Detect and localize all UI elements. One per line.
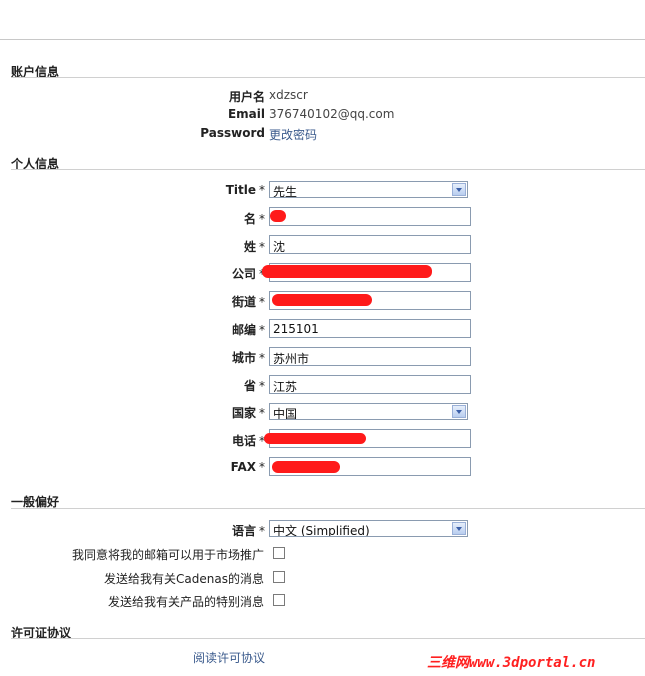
redaction-mark bbox=[262, 265, 432, 278]
email-value: 376740102@qq.com bbox=[269, 107, 395, 121]
chevron-down-icon[interactable] bbox=[452, 405, 466, 418]
read-license-link[interactable]: 阅读许可协议 bbox=[193, 649, 265, 666]
section-rule bbox=[11, 77, 645, 78]
email-label: Email bbox=[227, 107, 265, 121]
section-rule bbox=[11, 508, 645, 509]
zip-label: 邮编 * bbox=[231, 323, 265, 337]
marketing-checkbox[interactable] bbox=[273, 547, 285, 559]
section-rule bbox=[11, 169, 645, 170]
company-label: 公司* bbox=[231, 267, 265, 281]
language-select[interactable]: 中文 (Simplified) bbox=[269, 520, 468, 537]
title-select[interactable]: 先生 bbox=[269, 181, 468, 198]
username-value: xdzscr bbox=[269, 88, 308, 102]
redaction-mark bbox=[272, 461, 340, 473]
username-label: 用户名 bbox=[228, 90, 265, 104]
fax-label: FAX * bbox=[230, 460, 265, 474]
special-offers-checkbox[interactable] bbox=[273, 594, 285, 606]
chevron-down-icon[interactable] bbox=[452, 522, 466, 535]
redaction-mark bbox=[272, 294, 372, 306]
country-select[interactable]: 中国 bbox=[269, 403, 468, 420]
title-label: Title * bbox=[225, 183, 265, 197]
lastname-input[interactable]: 沈 bbox=[269, 235, 471, 254]
country-label: 国家 * bbox=[231, 406, 265, 420]
firstname-label: 名 * bbox=[243, 212, 265, 226]
city-label: 城市 * bbox=[231, 351, 265, 365]
top-divider bbox=[0, 39, 645, 40]
redaction-mark bbox=[270, 210, 286, 222]
phone-label: 电话 * bbox=[231, 434, 265, 448]
city-input[interactable]: 苏州市 bbox=[269, 347, 471, 366]
title-select-value: 先生 bbox=[273, 185, 298, 198]
special-offers-checkbox-label: 发送给我有关产品的特别消息 bbox=[107, 595, 264, 609]
change-password-link[interactable]: 更改密码 bbox=[269, 126, 317, 143]
zip-input[interactable]: 215101 bbox=[269, 319, 471, 338]
cadenas-checkbox[interactable] bbox=[273, 571, 285, 583]
marketing-checkbox-label: 我同意将我的邮箱可以用于市场推广 bbox=[71, 548, 264, 562]
country-select-value: 中国 bbox=[273, 407, 298, 420]
redaction-mark bbox=[264, 433, 366, 444]
language-select-value: 中文 (Simplified) bbox=[273, 524, 370, 537]
cadenas-checkbox-label: 发送给我有关Cadenas的消息 bbox=[104, 572, 264, 586]
watermark-logo: 三维网www.3dportal.cn bbox=[427, 655, 596, 671]
lastname-label: 姓 * bbox=[243, 240, 265, 254]
province-label: 省 * bbox=[243, 379, 265, 393]
language-label: 语言 * bbox=[231, 524, 265, 538]
password-label: Password bbox=[200, 126, 265, 140]
chevron-down-icon[interactable] bbox=[452, 183, 466, 196]
firstname-input[interactable] bbox=[269, 207, 471, 226]
section-rule bbox=[11, 638, 645, 639]
province-input[interactable]: 江苏 bbox=[269, 375, 471, 394]
street-label: 街道 * bbox=[231, 295, 265, 309]
